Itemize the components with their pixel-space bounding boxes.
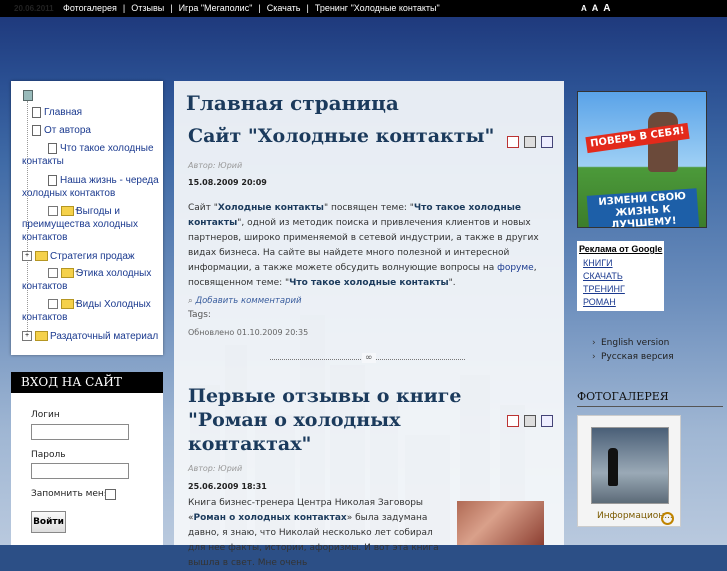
sidebar-item-label: Наша жизнь - череда холодных контактов — [22, 175, 159, 199]
article-title[interactable]: Сайт "Холодные контакты" — [188, 124, 494, 148]
font-large-button[interactable]: A — [603, 3, 610, 14]
login-input[interactable] — [31, 424, 129, 440]
sidebar-item-author[interactable]: От автора — [32, 124, 160, 137]
pdf-icon[interactable] — [507, 415, 519, 427]
sidebar-item-label: От автора — [44, 125, 91, 136]
article-title[interactable]: Первые отзывы о книге "Роман о холодных … — [188, 384, 488, 456]
sidebar-item-label: Что такое холодные контакты — [22, 143, 154, 167]
page-icon — [32, 106, 41, 118]
font-small-button[interactable]: A — [581, 4, 587, 13]
folder-icon — [35, 331, 48, 342]
main-content: Главная страница Сайт "Холодные контакты… — [174, 81, 564, 568]
gallery-thumbnail[interactable] — [591, 427, 669, 504]
page-icon — [48, 142, 57, 154]
password-label: Пароль — [31, 450, 66, 460]
sidebar-item-label: Раздаточный материал — [50, 331, 159, 342]
nav-gallery[interactable]: Фотогалерея — [63, 3, 117, 13]
expand-icon[interactable]: + — [48, 206, 79, 217]
article-tags: Tags: — [188, 310, 211, 320]
folder-icon — [61, 299, 74, 310]
sidebar-item-our-life[interactable]: Наша жизнь - череда холодных контактов — [22, 174, 160, 200]
right-sidebar: ПОВЕРЬ В СЕБЯ! ИЗМЕНИ СВОЮ ЖИЗНЬ К ЛУЧШЕ… — [565, 81, 727, 545]
ad-link[interactable]: ТРЕНИНГ — [583, 284, 625, 294]
tree-root-icon — [23, 90, 33, 101]
sidebar-item-label: Стратегия продаж — [50, 251, 135, 262]
sidebar-item-handout[interactable]: + Раздаточный материал — [22, 330, 160, 343]
sidebar-item-label: Главная — [44, 107, 83, 118]
expand-icon[interactable]: + — [48, 268, 79, 279]
page-icon — [48, 174, 57, 186]
login-label: Логин — [31, 410, 60, 420]
folder-icon — [61, 268, 74, 279]
font-medium-button[interactable]: A — [592, 3, 599, 13]
promo-banner[interactable]: ПОВЕРЬ В СЕБЯ! ИЗМЕНИ СВОЮ ЖИЗНЬ К ЛУЧШЕ… — [577, 91, 707, 228]
login-button[interactable]: Войти — [31, 511, 66, 533]
add-comment-link[interactable]: ⌕ Добавить комментарий — [188, 296, 302, 306]
login-form: Логин Пароль Запомнить меня Войти — [11, 393, 163, 545]
print-icon[interactable] — [524, 136, 536, 148]
zoom-icon[interactable] — [661, 512, 674, 525]
sidebar-item-home[interactable]: Главная — [32, 106, 160, 119]
print-icon[interactable] — [524, 415, 536, 427]
gallery-item[interactable]: Информацион... — [577, 415, 681, 527]
google-ads: Реклама от Google КНИГИ СКАЧАТЬ ТРЕНИНГ … — [577, 241, 664, 311]
ad-link[interactable]: СКАЧАТЬ — [583, 271, 623, 281]
sidebar-item-benefits[interactable]: +Выгоды и преимущества холодных контакто… — [22, 205, 160, 244]
sidebar-item-label: Выгоды и преимущества холодных контактов — [22, 206, 138, 243]
article-author: Автор: Юрий — [188, 464, 243, 473]
sidebar-item-types[interactable]: +Виды Холодных контактов — [22, 298, 160, 324]
article-tools — [507, 415, 558, 427]
lang-russian[interactable]: Русская версия — [592, 352, 674, 362]
article-body: Сайт "Холодные контакты" посвящен теме: … — [188, 203, 539, 288]
login-title: ВХОД НА САЙТ — [21, 375, 122, 389]
email-icon[interactable] — [541, 415, 553, 427]
folder-icon — [35, 251, 48, 262]
folder-icon — [61, 206, 74, 217]
forum-link[interactable]: форуме — [497, 263, 534, 273]
lang-english[interactable]: English version — [592, 338, 669, 348]
article-body: Книга бизнес-тренера Центра Николая Заго… — [188, 498, 439, 568]
article-tools — [507, 136, 558, 148]
pdf-icon[interactable] — [507, 136, 519, 148]
font-size-controls: AAA — [581, 0, 616, 17]
password-input[interactable] — [31, 463, 129, 479]
ads-title: Реклама от Google — [579, 244, 663, 254]
remember-label: Запомнить меня — [31, 489, 110, 499]
expand-icon[interactable]: + — [22, 331, 32, 342]
email-icon[interactable] — [541, 136, 553, 148]
expand-icon[interactable]: + — [22, 251, 32, 262]
article-date: 15.08.2009 20:09 — [188, 178, 267, 187]
nav-game[interactable]: Игра "Мегаполис" — [179, 3, 253, 13]
page-title: Главная страница — [186, 91, 399, 115]
sidebar-item-label: Этика холодных контактов — [22, 268, 152, 292]
login-header: ВХОД НА САЙТ — [11, 372, 163, 393]
ad-link[interactable]: КНИГИ — [583, 258, 613, 268]
article-author: Автор: Юрий — [188, 161, 243, 170]
expand-icon[interactable]: + — [48, 299, 79, 310]
sidebar-item-strategy[interactable]: + Стратегия продаж — [22, 250, 160, 263]
remember-checkbox[interactable] — [105, 489, 116, 500]
article-date: 25.06.2009 18:31 — [188, 482, 267, 491]
sidebar-item-ethics[interactable]: +Этика холодных контактов — [22, 267, 160, 293]
nav-reviews[interactable]: Отзывы — [131, 3, 164, 13]
banner-bottom-text: ИЗМЕНИ СВОЮ ЖИЗНЬ К ЛУЧШЕМУ! — [586, 188, 700, 227]
top-bar: 20.06.2011 Фотогалерея | Отзывы | Игра "Мега… — [0, 0, 727, 17]
sidebar-menu: Главная От автора Что такое холодные кон… — [11, 81, 163, 355]
current-date: 20.06.2011 — [14, 4, 54, 13]
divider-ornament-icon: ∞ — [362, 353, 376, 363]
sidebar-item-label: Виды Холодных контактов — [22, 299, 151, 323]
sidebar-item-what-is[interactable]: Что такое холодные контакты — [22, 142, 160, 168]
ad-link[interactable]: РОМАН — [583, 297, 616, 307]
page-icon — [32, 124, 41, 136]
top-nav: Фотогалерея | Отзывы | Игра "Мегаполис" | Скач… — [63, 3, 440, 13]
nav-training[interactable]: Тренинг "Холодные контакты" — [315, 3, 440, 13]
article-updated: Обновлено 01.10.2009 20:35 — [188, 328, 309, 337]
gallery-title: ФОТОГАЛЕРЕЯ — [577, 390, 723, 407]
article-photo — [457, 501, 544, 545]
nav-download[interactable]: Скачать — [267, 3, 301, 13]
